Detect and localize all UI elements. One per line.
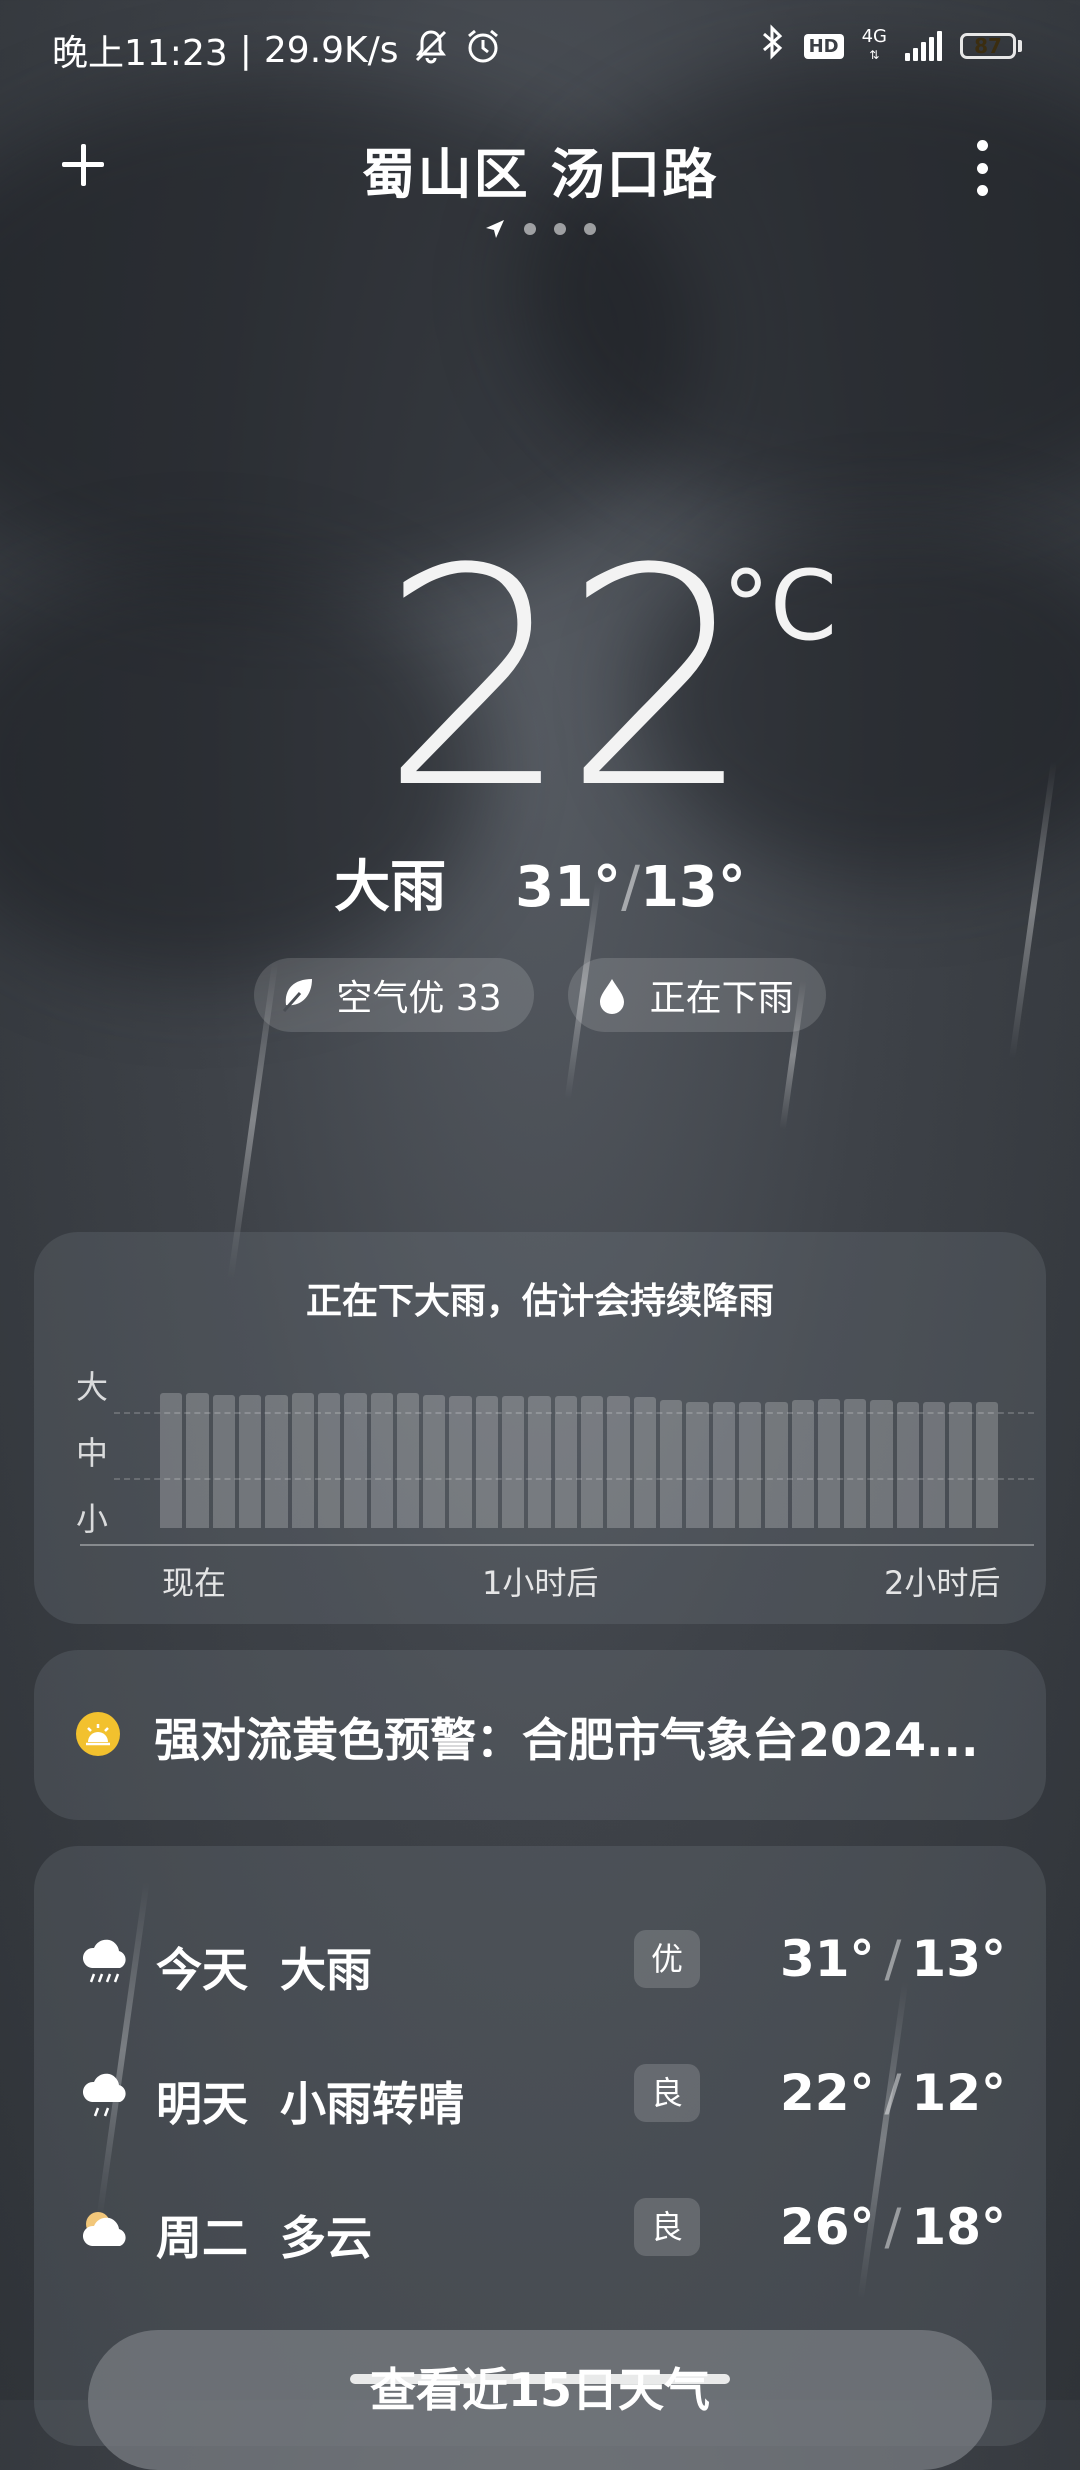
temp-range: 31°/13°: [779, 1930, 1006, 1988]
precipitation-bar: [370, 1393, 393, 1528]
status-divider: |: [239, 29, 252, 71]
light-rain-icon: [76, 2066, 136, 2126]
location-pager: [0, 218, 1080, 240]
aqi-badge: 良: [634, 2198, 700, 2256]
hd-icon: HD: [803, 33, 844, 59]
x-label-now: 现在: [162, 1564, 227, 1602]
precipitation-bar: [265, 1394, 288, 1528]
temp-range: 26°/18°: [779, 2198, 1006, 2256]
rain-status-chip[interactable]: 正在下雨: [567, 958, 826, 1032]
precipitation-bar: [923, 1401, 946, 1528]
precipitation-bar: [528, 1396, 551, 1528]
precipitation-bar: [791, 1400, 814, 1528]
precipitation-bar: [738, 1401, 762, 1528]
more-vertical-icon[interactable]: [970, 140, 994, 196]
condition-text: 大雨: [334, 855, 447, 920]
precipitation-bars: [160, 1392, 998, 1528]
level-label-light: 小: [76, 1500, 109, 1538]
precipitation-bar: [975, 1401, 998, 1528]
15-day-forecast-button[interactable]: 查看近15日天气: [88, 2330, 992, 2470]
network-type: 4G ⇅: [861, 26, 887, 63]
battery-level: 87: [974, 34, 1002, 58]
precipitation-bar: [581, 1396, 604, 1528]
current-temperature: 22: [380, 505, 754, 854]
precipitation-bar: [896, 1401, 920, 1528]
warning-text: 强对流黄色预警：合肥市气象台2024...: [154, 1713, 979, 1767]
precipitation-bar: [475, 1396, 499, 1528]
temp-separator: /: [621, 855, 640, 920]
precipitation-bar: [212, 1394, 235, 1528]
precipitation-bar: [186, 1393, 209, 1528]
page-dot: [554, 223, 566, 235]
partly-cloudy-icon: [76, 2200, 136, 2260]
precipitation-bar: [238, 1394, 262, 1528]
warning-sun-icon: [76, 1712, 120, 1756]
current-condition: 大雨 31°/13°: [0, 842, 1080, 923]
x-label-2h: 2小时后: [884, 1564, 1001, 1602]
precipitation-bar: [502, 1396, 525, 1528]
aqi-badge: 优: [634, 1930, 700, 1988]
precipitation-bar: [317, 1393, 341, 1528]
precipitation-bar: [712, 1401, 735, 1528]
precipitation-bar: [344, 1393, 367, 1528]
precipitation-bar: [633, 1397, 656, 1528]
precipitation-bar: [686, 1401, 709, 1528]
precipitation-bar: [291, 1393, 314, 1528]
aqi-badge: 良: [634, 2064, 700, 2122]
status-chips: 空气优 33 正在下雨: [0, 958, 1080, 1032]
status-bar: 晚上11:23 | 29.9K/s HD 4G ⇅ 87: [0, 0, 1080, 100]
level-label-medium: 中: [76, 1434, 109, 1472]
leaf-icon: [283, 979, 313, 1012]
network-speed: 29.9K/s: [263, 29, 399, 71]
battery-icon: 87: [960, 33, 1022, 59]
precipitation-bar: [396, 1393, 420, 1528]
mute-icon: [411, 26, 451, 75]
signal-icon: [905, 31, 942, 61]
precipitation-card[interactable]: 正在下大雨，估计会持续降雨 大 中 小 现在 1小时后 2小时后: [34, 1232, 1046, 1624]
precipitation-bar: [423, 1394, 446, 1528]
forecast-label: 今天 大雨: [156, 1943, 373, 1997]
air-quality-chip[interactable]: 空气优 33: [254, 958, 534, 1032]
rain-status-label: 正在下雨: [649, 978, 794, 1019]
forecast-row-tuesday[interactable]: 周二 多云 良 26°/18°: [34, 2182, 1046, 2282]
precipitation-title: 正在下大雨，估计会持续降雨: [305, 1281, 774, 1322]
forecast-row-today[interactable]: 今天 大雨 优 31°/13°: [34, 1914, 1046, 2014]
forecast-label: 周二 多云: [156, 2211, 373, 2265]
heavy-rain-icon: [76, 1932, 136, 1992]
drop-icon: [599, 979, 624, 1014]
precipitation-bar: [817, 1398, 841, 1528]
precipitation-bar: [607, 1396, 630, 1528]
forecast-label: 明天 小雨转晴: [156, 2077, 465, 2131]
page-dot: [524, 223, 536, 235]
chart-baseline: [80, 1544, 1034, 1546]
weather-warning-card[interactable]: 强对流黄色预警：合肥市气象台2024...: [34, 1650, 1046, 1820]
level-label-heavy: 大: [76, 1368, 109, 1406]
air-quality-label: 空气优 33: [336, 978, 502, 1019]
home-indicator[interactable]: [350, 2374, 730, 2384]
precipitation-bar: [659, 1400, 683, 1528]
low-temp: 13°: [639, 855, 746, 920]
precipitation-bar: [949, 1401, 972, 1528]
precipitation-bar: [765, 1401, 788, 1528]
bluetooth-icon: [760, 24, 786, 68]
location-title[interactable]: 蜀山区 汤口路: [0, 130, 1080, 209]
location-arrow-icon: [486, 220, 504, 238]
page-dot: [584, 223, 596, 235]
forecast-row-tomorrow[interactable]: 明天 小雨转晴 良 22°/12°: [34, 2048, 1046, 2148]
high-temp: 31°: [515, 855, 622, 920]
temp-range: 22°/12°: [779, 2064, 1006, 2122]
precipitation-bar: [160, 1393, 183, 1528]
precipitation-bar: [554, 1396, 577, 1528]
temperature-unit: °C: [722, 550, 838, 662]
x-label-1h: 1小时后: [482, 1564, 599, 1602]
alarm-icon: [463, 26, 503, 75]
precipitation-bar: [449, 1396, 472, 1528]
clock: 晚上11:23: [52, 33, 228, 74]
precipitation-bar: [844, 1398, 867, 1528]
precipitation-bar: [870, 1400, 893, 1528]
